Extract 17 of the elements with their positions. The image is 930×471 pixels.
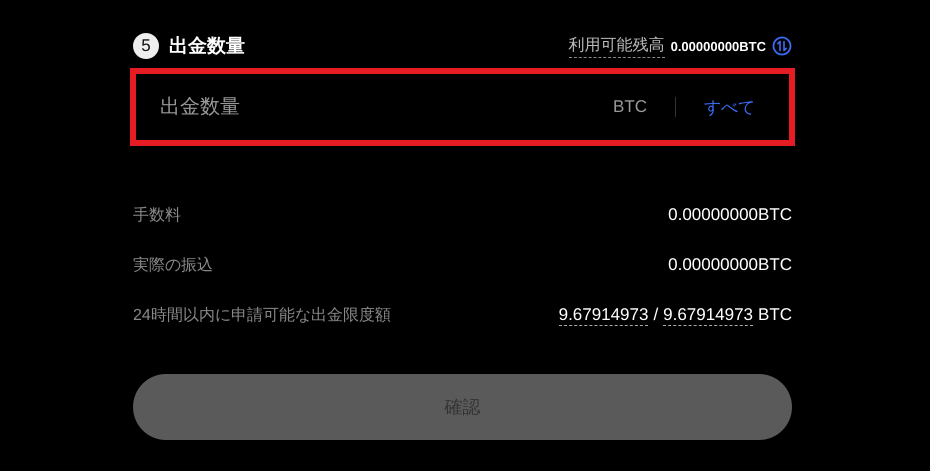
- summary-value: 0.00000000BTC: [668, 205, 792, 225]
- unit-text: BTC: [758, 305, 792, 325]
- summary-label: 手数料: [133, 206, 181, 226]
- summary-label: 実際の振込: [133, 256, 213, 276]
- summary-label: 24時間以内に申請可能な出金限度額: [133, 306, 391, 326]
- step-number-badge: 5: [133, 33, 159, 59]
- swap-arrows-icon[interactable]: [772, 36, 792, 56]
- used-limit-value: 9.67914973: [558, 304, 648, 326]
- amount-input-field[interactable]: 出金数量 BTC すべて: [142, 80, 783, 134]
- balance-value: 0.00000000BTC: [670, 38, 766, 54]
- max-amount-link[interactable]: すべて: [704, 96, 755, 118]
- balance-label: 利用可能残高: [568, 34, 665, 58]
- separator-text: /: [653, 305, 658, 325]
- total-limit-value: 9.67914973: [663, 304, 753, 326]
- summary-value: 0.00000000BTC: [668, 255, 792, 275]
- unit-label: BTC: [613, 97, 647, 117]
- section-title: 出金数量: [169, 35, 245, 59]
